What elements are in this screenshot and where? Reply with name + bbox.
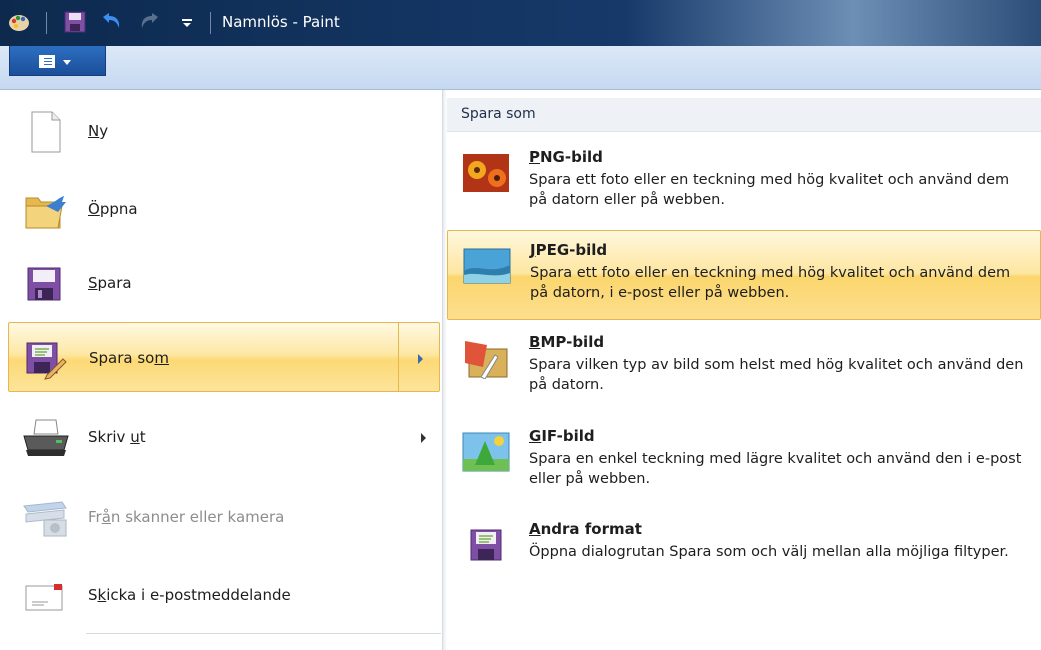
option-description: Spara en enkel teckning med lägre kvalit… [529, 451, 1022, 487]
customize-qat-icon[interactable] [180, 11, 194, 33]
menu-item-label: Öppna [88, 200, 138, 218]
ribbon-tab-strip [0, 46, 1041, 90]
option-title: BMP-bild [529, 333, 605, 351]
menu-item-from-scanner: Från skanner eller kamera [8, 482, 440, 552]
option-description: Spara ett foto eller en teckning med hög… [530, 265, 1011, 301]
folder-open-icon [25, 196, 66, 229]
save-as-other-formats-option[interactable]: Andra format Öppna dialogrutan Spara som… [447, 510, 1041, 600]
chevron-right-icon[interactable] [421, 433, 426, 443]
menu-commands: Ny Öppna Spara Spara som Skriv ut Från s… [0, 90, 443, 650]
save-as-bmp-option[interactable]: BMP-bild Spara vilken typ av bild som he… [447, 323, 1041, 413]
scanner-camera-icon [23, 501, 67, 537]
option-title: Andra format [529, 520, 642, 538]
floppy-icon[interactable] [64, 11, 86, 33]
menu-item-save-as[interactable]: Spara som [8, 322, 440, 392]
menu-item-label: Spara som [89, 349, 169, 367]
other-formats-icon [470, 529, 502, 561]
save-as-png-option[interactable]: PNG-bild Spara ett foto eller en tecknin… [447, 138, 1041, 228]
menu-item-label: Ny [88, 122, 109, 140]
bmp-paint-icon [465, 341, 508, 379]
menu-item-label: Från skanner eller kamera [88, 508, 285, 526]
option-title: JPEG-bild [530, 241, 608, 259]
menu-item-print[interactable]: Skriv ut [8, 402, 440, 472]
menu-list-icon [39, 55, 55, 68]
paint-menu-button[interactable] [9, 46, 106, 76]
blank-page-icon [31, 111, 61, 153]
qat-separator [46, 12, 47, 34]
paint-app-icon[interactable] [8, 11, 32, 33]
save-as-icon [26, 342, 67, 380]
chevron-right-icon[interactable] [418, 354, 423, 364]
submenu-heading: Spara som [447, 98, 1041, 132]
option-description: Öppna dialogrutan Spara som och välj mel… [529, 544, 1009, 560]
application-menu: Ny Öppna Spara Spara som Skriv ut Från s… [0, 90, 1041, 650]
redo-icon [141, 13, 158, 28]
title-bar: Namnlös - Paint [0, 0, 1041, 46]
save-as-jpeg-option[interactable]: JPEG-bild Spara ett foto eller en teckni… [447, 230, 1041, 320]
option-description: Spara vilken typ av bild som helst med h… [529, 357, 1024, 393]
menu-item-save[interactable]: Spara [8, 248, 440, 318]
option-title: GIF-bild [529, 427, 595, 445]
window-title: Namnlös - Paint [222, 13, 340, 31]
undo-icon[interactable] [99, 11, 123, 33]
png-flowers-icon [463, 154, 509, 192]
option-description: Spara ett foto eller en teckning med hög… [529, 172, 1010, 208]
menu-divider [86, 633, 441, 634]
floppy-icon [27, 267, 61, 301]
chevron-down-icon [63, 60, 71, 65]
submenu-split [398, 323, 399, 391]
gif-shapes-icon [462, 432, 510, 472]
qat-separator [210, 12, 211, 34]
menu-item-open[interactable]: Öppna [8, 174, 440, 244]
menu-item-label: Spara [88, 274, 132, 292]
save-as-gif-option[interactable]: GIF-bild Spara en enkel teckning med läg… [447, 417, 1041, 507]
option-title: PNG-bild [529, 148, 603, 166]
jpeg-landscape-icon [463, 248, 511, 284]
printer-icon [23, 419, 69, 456]
menu-item-label: Skriv ut [88, 428, 146, 446]
menu-item-new[interactable]: Ny [8, 96, 440, 166]
menu-item-label: Skicka i e-postmeddelande [88, 586, 291, 604]
save-as-submenu: Spara som PNG-bild Spara ett foto eller … [443, 90, 1041, 650]
envelope-icon [25, 584, 63, 611]
menu-item-send-email[interactable]: Skicka i e-postmeddelande [8, 560, 440, 630]
